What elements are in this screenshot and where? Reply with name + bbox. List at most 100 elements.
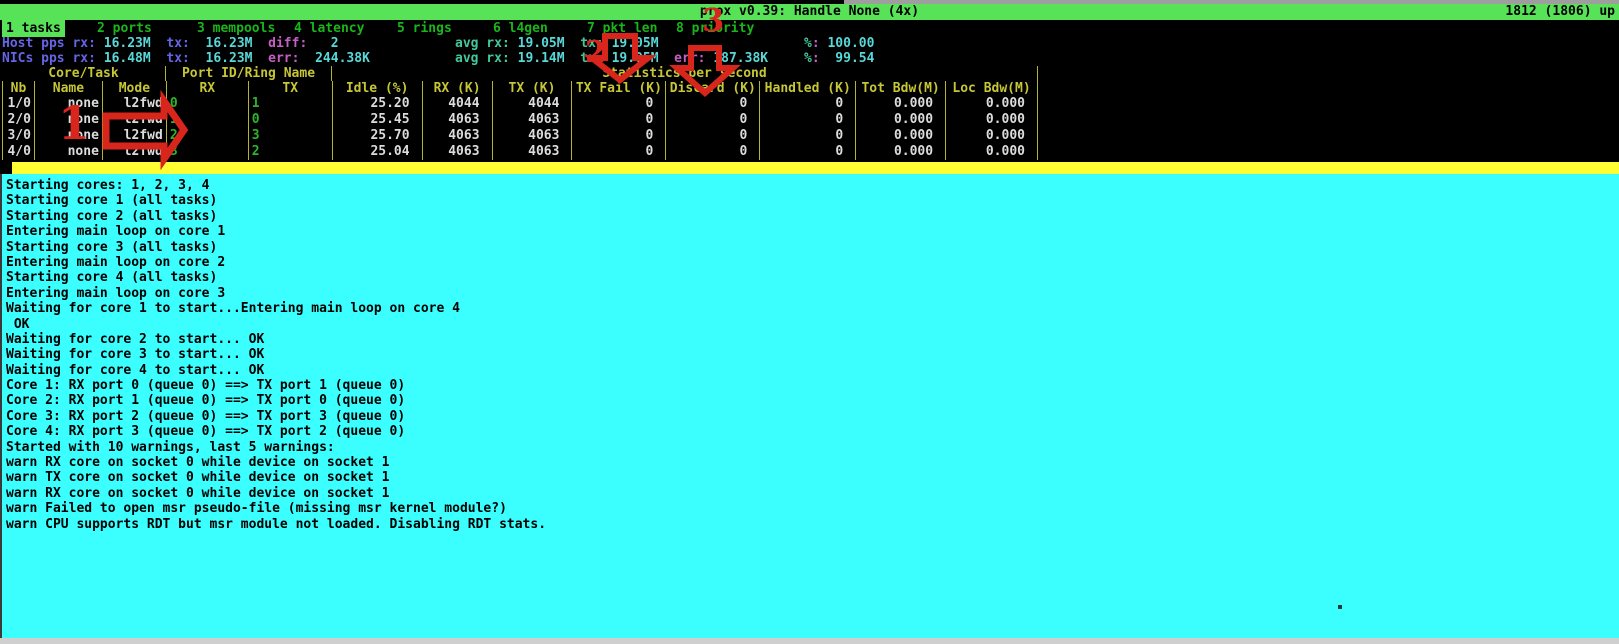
host-pps-line-pct: %: 100.00 xyxy=(804,36,874,51)
host-pps-line-main: Host pps rx: 16.23M tx: 16.23M diff: 2 xyxy=(2,36,339,51)
tab-8-priority[interactable]: 8 priority xyxy=(672,20,758,37)
log-line: warn TX core on socket 0 while device on… xyxy=(6,470,1619,485)
app-title: prox v0.39: Handle None (4x) xyxy=(0,4,1619,20)
nics-pps-line-main: NICs pps rx: 16.48M tx: 16.23M err: 244.… xyxy=(2,51,370,66)
group-header: Core/Task xyxy=(2,66,166,81)
column-header: Nb xyxy=(3,81,35,96)
log-line: Core 2: RX port 1 (queue 0) ==> TX port … xyxy=(6,393,1619,408)
tab-3-mempools[interactable]: 3 mempools xyxy=(193,20,279,37)
cell: l2fwd xyxy=(103,128,167,144)
cell: 25.20 xyxy=(333,96,423,112)
column-header: Name xyxy=(35,81,103,96)
log-line: Entering main loop on core 1 xyxy=(6,224,1619,239)
tab-6-l4gen[interactable]: 6 l4gen xyxy=(489,20,552,37)
cell: 4063 xyxy=(493,112,573,128)
tab-1-tasks[interactable]: 1 tasks xyxy=(2,20,65,37)
column-header: RX (K) xyxy=(423,81,493,96)
divider-bar xyxy=(12,162,1619,174)
group-header: Statistics per second xyxy=(332,66,1038,81)
log-line: warn Failed to open msr pseudo-file (mis… xyxy=(6,501,1619,516)
log-line: Core 1: RX port 0 (queue 0) ==> TX port … xyxy=(6,378,1619,393)
nics-pps-line: NICs pps rx: 16.48M tx: 16.23M err: 244.… xyxy=(0,51,1619,66)
cell: 4063 xyxy=(423,128,493,144)
cell: 4/0 xyxy=(3,144,35,160)
bottom-strip xyxy=(0,638,1619,644)
cell: 0.000 xyxy=(856,128,946,144)
column-header: TX (K) xyxy=(493,81,573,96)
log-line: Waiting for core 1 to start...Entering m… xyxy=(6,301,1619,316)
cell: 25.04 xyxy=(333,144,423,160)
cell: l2fwd xyxy=(103,96,167,112)
cell: l2fwd xyxy=(103,112,167,128)
task-stats-table: Core/TaskPort ID/Ring NameStatistics per… xyxy=(2,66,1038,160)
cell: 0.000 xyxy=(856,112,946,128)
cell: 0 xyxy=(760,144,856,160)
cell: 4044 xyxy=(493,96,573,112)
log-line: warn RX core on socket 0 while device on… xyxy=(6,486,1619,501)
column-header: RX xyxy=(167,81,249,96)
table-row: 3/0nonel2fwd2325.70406340630000.0000.000 xyxy=(2,128,1038,144)
cell: 3/0 xyxy=(3,128,35,144)
cell: 0 xyxy=(666,112,760,128)
log-line: Starting core 2 (all tasks) xyxy=(6,209,1619,224)
cell: none xyxy=(35,128,103,144)
cell: 2/0 xyxy=(3,112,35,128)
cell: 2 xyxy=(167,128,249,144)
cell: 4063 xyxy=(423,112,493,128)
cell: 1 xyxy=(167,112,249,128)
cell: 0 xyxy=(760,96,856,112)
log-line: Waiting for core 2 to start... OK xyxy=(6,332,1619,347)
log-line: Starting core 3 (all tasks) xyxy=(6,240,1619,255)
log-line: Entering main loop on core 3 xyxy=(6,286,1619,301)
cell: 0 xyxy=(572,128,666,144)
group-header-row: Core/TaskPort ID/Ring NameStatistics per… xyxy=(2,66,1038,81)
stray-dot xyxy=(1338,605,1342,609)
log-line: Waiting for core 4 to start... OK xyxy=(6,363,1619,378)
cell: 0 xyxy=(666,96,760,112)
log-line: warn CPU supports RDT but msr module not… xyxy=(6,517,1619,532)
cell: 25.45 xyxy=(333,112,423,128)
tab-7-pkt_len[interactable]: 7 pkt_len xyxy=(583,20,661,37)
cell: 4044 xyxy=(423,96,493,112)
table-row: 4/0nonel2fwd3225.04406340630000.0000.000 xyxy=(2,144,1038,160)
tab-2-ports[interactable]: 2 ports xyxy=(93,20,156,37)
cell: 0.000 xyxy=(946,128,1038,144)
log-line: Waiting for core 3 to start... OK xyxy=(6,347,1619,362)
titlebar: prox v0.39: Handle None (4x) 1812 (1806)… xyxy=(0,4,1619,20)
cell: 2 xyxy=(249,144,333,160)
host-pps-line: Host pps rx: 16.23M tx: 16.23M diff: 2 av… xyxy=(0,36,1619,51)
log-line: Core 3: RX port 2 (queue 0) ==> TX port … xyxy=(6,409,1619,424)
cell: l2fwd xyxy=(103,144,167,160)
cell: 0.000 xyxy=(946,112,1038,128)
tab-4-latency[interactable]: 4 latency xyxy=(290,20,368,37)
tab-5-rings[interactable]: 5 rings xyxy=(393,20,456,37)
host-pps-line-avg: avg rx: 19.05M tx: 19.05M xyxy=(455,36,659,51)
column-header: Mode xyxy=(103,81,167,96)
cell: 0.000 xyxy=(856,96,946,112)
nics-pps-line-avg: avg rx: 19.14M tx: 19.05M err: 187.38K xyxy=(455,51,768,66)
group-header: Port ID/Ring Name xyxy=(166,66,332,81)
cell: 3 xyxy=(167,144,249,160)
cell: 0 xyxy=(249,112,333,128)
cell: 0.000 xyxy=(946,96,1038,112)
cell: 0 xyxy=(666,128,760,144)
cell: 0 xyxy=(572,96,666,112)
prox-terminal-screen: prox v0.39: Handle None (4x) 1812 (1806)… xyxy=(0,0,1619,644)
cell: 4063 xyxy=(423,144,493,160)
log-line: warn RX core on socket 0 while device on… xyxy=(6,455,1619,470)
log-line: Starting cores: 1, 2, 3, 4 xyxy=(6,178,1619,193)
cell: 0.000 xyxy=(946,144,1038,160)
log-panel: Starting cores: 1, 2, 3, 4 Starting core … xyxy=(0,174,1619,638)
log-line: OK xyxy=(6,317,1619,332)
cell: 0 xyxy=(760,128,856,144)
cell: none xyxy=(35,96,103,112)
table-row: 1/0nonel2fwd0125.20404440440000.0000.000 xyxy=(2,96,1038,112)
cell: 0 xyxy=(760,112,856,128)
nics-pps-line-pct: %: 99.54 xyxy=(804,51,874,66)
column-header-row: NbNameModeRXTXIdle (%)RX (K)TX (K)TX Fai… xyxy=(2,81,1038,96)
log-line: Started with 10 warnings, last 5 warning… xyxy=(6,440,1619,455)
cell: 1 xyxy=(249,96,333,112)
cell: 3 xyxy=(249,128,333,144)
table-row: 2/0nonel2fwd1025.45406340630000.0000.000 xyxy=(2,112,1038,128)
column-header: Tot Bdw(M) xyxy=(856,81,946,96)
